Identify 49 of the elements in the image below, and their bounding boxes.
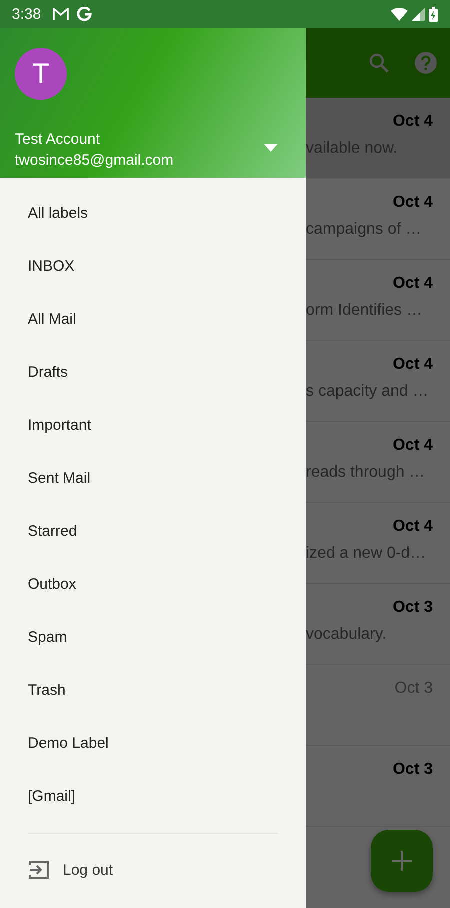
email-row[interactable]: Oct 3 vocabulary. [306, 584, 450, 665]
email-date: Oct 4 [392, 356, 433, 374]
logout-icon [29, 860, 49, 880]
label-item[interactable]: All labels [0, 187, 306, 240]
email-date: Oct 4 [392, 518, 433, 536]
mail-icon [53, 8, 70, 20]
email-date: Oct 4 [392, 437, 433, 455]
avatar[interactable]: T [15, 48, 67, 100]
email-row[interactable]: Oct 4 reads through … [306, 422, 450, 503]
email-snippet: orm Identifies … [306, 302, 422, 320]
label-item[interactable]: All Mail [0, 293, 306, 346]
dropdown-caret-icon[interactable] [264, 144, 278, 152]
email-snippet: reads through … [306, 464, 426, 482]
email-row[interactable]: Oct 4 ized a new 0-d… [306, 503, 450, 584]
plus-icon [392, 851, 412, 871]
google-icon [77, 6, 92, 22]
label-item[interactable]: [Gmail] [0, 770, 306, 823]
email-date: Oct 4 [392, 275, 433, 293]
email-date: Oct 4 [392, 194, 433, 212]
label-item[interactable]: Drafts [0, 346, 306, 399]
email-row[interactable]: Oct 4 orm Identifies … [306, 260, 450, 341]
label-item[interactable]: Demo Label [0, 717, 306, 770]
email-date: Oct 3 [392, 599, 433, 617]
signal-icon [412, 8, 425, 20]
email-snippet: ized a new 0-d… [306, 545, 426, 563]
label-item[interactable]: Outbox [0, 558, 306, 611]
search-icon[interactable] [369, 53, 389, 73]
label-item[interactable]: Starred [0, 505, 306, 558]
label-item[interactable]: Sent Mail [0, 452, 306, 505]
email-date: Oct 3 [392, 761, 433, 779]
email-row[interactable]: Oct 4 campaigns of … [306, 179, 450, 260]
email-row[interactable]: Oct 3 [306, 746, 450, 827]
account-name: Test Account [15, 130, 100, 150]
label-item[interactable]: Spam [0, 611, 306, 664]
label-item[interactable]: INBOX [0, 240, 306, 293]
email-row[interactable]: Oct 4 s capacity and … [306, 341, 450, 422]
compose-button[interactable] [371, 830, 433, 892]
email-snippet: vocabulary. [306, 626, 387, 644]
email-date: Oct 4 [392, 113, 433, 131]
label-item[interactable]: Important [0, 399, 306, 452]
clock: 3:38 [12, 6, 42, 22]
email-snippet: s capacity and … [306, 383, 429, 401]
help-icon[interactable] [415, 52, 437, 74]
logout-item[interactable]: Log out [0, 834, 306, 906]
label-item[interactable]: Trash [0, 664, 306, 717]
battery-icon [429, 6, 438, 22]
wifi-icon [391, 8, 408, 20]
email-snippet: campaigns of … [306, 221, 422, 239]
account-email: twosince85@gmail.com [15, 151, 174, 171]
